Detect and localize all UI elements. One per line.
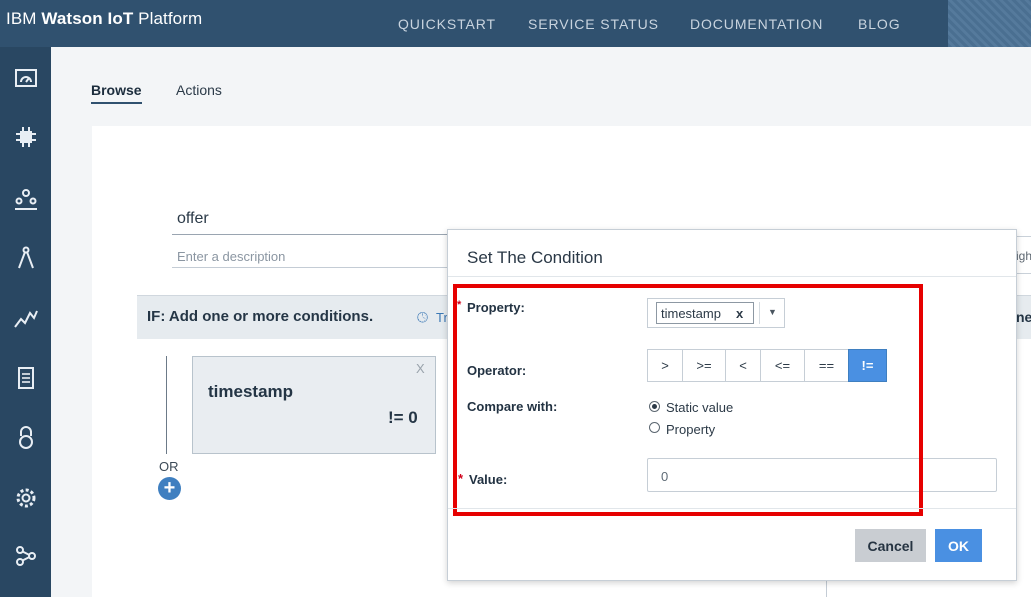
dialog-title: Set The Condition <box>467 248 603 267</box>
condition-connector-line <box>166 356 167 454</box>
rule-description-input[interactable]: Enter a description <box>177 249 285 264</box>
cancel-button[interactable]: Cancel <box>855 529 926 562</box>
brand-suffix: Platform <box>133 9 203 28</box>
rule-name-input[interactable]: offer <box>177 210 209 228</box>
highlight-box <box>453 284 923 516</box>
condition-close-icon[interactable]: X <box>416 361 425 376</box>
members-icon[interactable] <box>9 182 42 215</box>
clock-icon[interactable]: 🕓︎ <box>417 309 428 326</box>
priority-select-text: igh <box>1016 249 1031 263</box>
condition-property: timestamp <box>208 382 294 401</box>
logs-document-icon[interactable] <box>9 361 42 394</box>
condition-card[interactable] <box>192 356 436 454</box>
rule-description-underline <box>172 267 462 268</box>
if-conditions-title: IF: Add one or more conditions. <box>147 308 374 325</box>
nav-quickstart[interactable]: QUICKSTART <box>398 0 496 47</box>
top-bar: IBM Watson IoT Platform QUICKSTART SERVI… <box>0 0 1031 47</box>
brand-prefix: IBM <box>6 9 42 28</box>
or-label: OR <box>159 459 179 474</box>
then-partial-label: ne <box>1016 309 1031 325</box>
dialog-header-divider <box>448 276 1016 277</box>
sidebar <box>0 47 51 597</box>
dashboard-icon[interactable] <box>9 61 42 94</box>
nav-service-status[interactable]: SERVICE STATUS <box>528 0 659 47</box>
nav-blog[interactable]: BLOG <box>858 0 901 47</box>
brand-bold: Watson IoT <box>41 9 134 28</box>
rules-compass-icon[interactable] <box>9 241 42 274</box>
add-condition-button[interactable]: + <box>158 477 181 500</box>
nav-documentation[interactable]: DOCUMENTATION <box>690 0 823 47</box>
security-lock-icon[interactable] <box>9 421 42 454</box>
usage-chart-icon[interactable] <box>9 302 42 335</box>
rule-name-underline <box>172 234 462 235</box>
settings-gear-icon[interactable] <box>9 481 42 514</box>
divider <box>826 580 827 597</box>
devices-chip-icon[interactable] <box>9 120 42 153</box>
condition-expression: != 0 <box>388 408 418 427</box>
brand-logo[interactable]: IBM Watson IoT Platform <box>6 9 202 29</box>
tab-actions[interactable]: Actions <box>176 82 222 98</box>
ok-button[interactable]: OK <box>935 529 982 562</box>
dialog-footer-divider <box>448 508 1016 509</box>
tab-browse[interactable]: Browse <box>91 82 142 104</box>
avatar[interactable] <box>948 0 1031 47</box>
extensions-nodes-icon[interactable] <box>9 539 42 572</box>
